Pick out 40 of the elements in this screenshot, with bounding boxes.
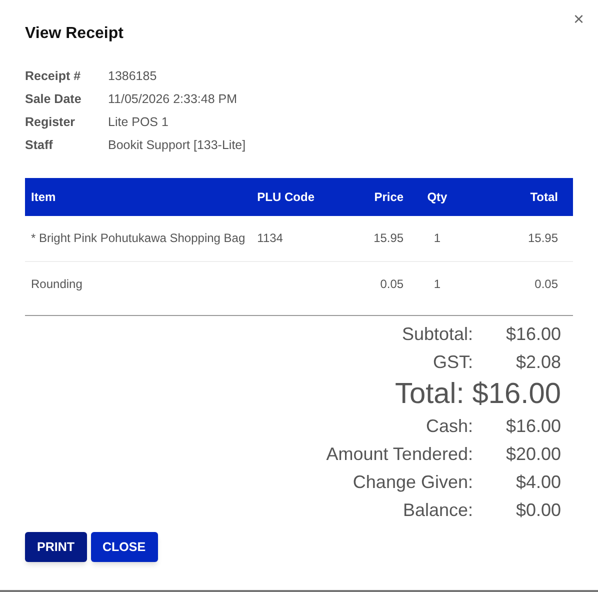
table-cell: 0.05 (380, 276, 404, 291)
detail-value: Bookit Support [133-Lite] (108, 137, 247, 154)
total-label: Balance: (402, 499, 473, 522)
total-label: Total: (394, 377, 464, 412)
detail-value: 1386185 (108, 68, 158, 85)
total-label: Amount Tendered: (326, 443, 473, 466)
total-value: $16.00 (472, 377, 562, 412)
table-cell: 1134 (257, 231, 283, 246)
detail-label: Register (25, 114, 76, 131)
dialog-title: View Receipt (25, 24, 124, 44)
table-cell: 1 (434, 276, 441, 291)
detail-label: Receipt # (25, 68, 82, 85)
table-cell: * Bright Pink Pohutukawa Shopping Bag (31, 231, 246, 246)
total-label: Cash: (426, 415, 473, 438)
table-cell: 15.95 (374, 231, 404, 246)
total-label: GST: (432, 351, 473, 374)
table-cell: 1 (434, 231, 441, 246)
close-button[interactable]: CLOSE (90, 532, 158, 562)
table-cell: 15.95 (528, 231, 558, 246)
close-icon[interactable]: × (573, 10, 584, 28)
detail-value: 11/05/2026 2:33:48 PM (108, 91, 238, 108)
total-value: $20.00 (504, 443, 562, 466)
total-value: $4.00 (514, 471, 562, 494)
total-label: Subtotal: (402, 323, 473, 346)
total-value: $16.00 (504, 323, 562, 346)
detail-label: Sale Date (25, 91, 82, 108)
column-header: Price (350, 178, 410, 216)
column-header: Total (464, 178, 573, 216)
total-value: $2.08 (514, 351, 562, 374)
print-button[interactable]: PRINT (25, 532, 86, 562)
column-header: PLU Code (251, 178, 350, 216)
table-cell: Rounding (31, 276, 82, 291)
total-value: $16.00 (504, 415, 562, 438)
total-value: $0.00 (514, 499, 562, 522)
table-cell: 0.05 (534, 276, 558, 291)
detail-value: Lite POS 1 (108, 114, 170, 131)
column-header: Qty (410, 178, 465, 216)
column-header: Item (25, 178, 252, 216)
total-label: Change Given: (352, 471, 473, 494)
detail-label: Staff (25, 137, 54, 154)
